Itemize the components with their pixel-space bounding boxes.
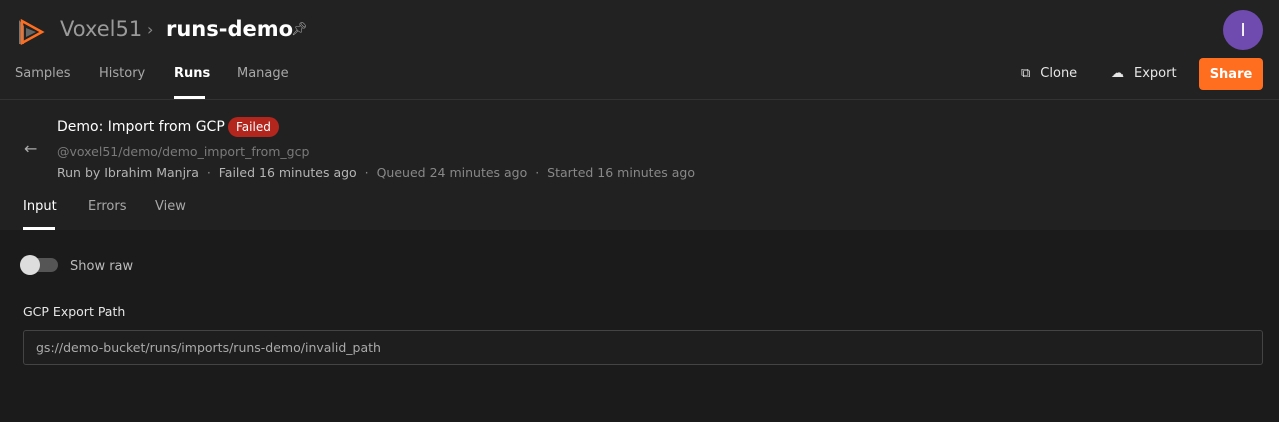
active-tab-indicator xyxy=(174,96,205,99)
export-button[interactable]: ☁ Export xyxy=(1111,66,1177,81)
started-time: Started 16 minutes ago xyxy=(547,165,695,180)
toggle-knob[interactable] xyxy=(20,255,40,275)
copy-icon: ⧉ xyxy=(1021,66,1031,81)
nav-tab-manage[interactable]: Manage xyxy=(237,66,289,81)
show-raw-label: Show raw xyxy=(70,259,134,274)
operator-path: @voxel51/demo/demo_import_from_gcp xyxy=(57,144,310,159)
back-arrow-icon[interactable]: ← xyxy=(24,139,37,158)
share-button[interactable]: Share xyxy=(1199,58,1263,90)
clone-label: Clone xyxy=(1040,66,1078,81)
active-subtab-indicator xyxy=(23,227,55,230)
failed-time: Failed 16 minutes ago xyxy=(218,165,357,180)
status-badge: Failed xyxy=(228,117,279,137)
avatar[interactable]: I xyxy=(1223,10,1263,50)
run-title: Demo: Import from GCP xyxy=(57,119,225,135)
gcp-export-path-input[interactable]: gs://demo-bucket/runs/imports/runs-demo/… xyxy=(23,330,1263,365)
voxel51-logo-icon[interactable] xyxy=(14,16,46,52)
nav-tab-runs[interactable]: Runs xyxy=(174,66,210,81)
tab-view[interactable]: View xyxy=(155,199,186,214)
run-meta: Run by Ibrahim Manjra · Failed 16 minute… xyxy=(57,165,695,180)
pin-icon[interactable]: 📌︎ xyxy=(291,22,308,37)
field-label: GCP Export Path xyxy=(23,304,126,319)
tab-errors[interactable]: Errors xyxy=(88,199,126,214)
field-value: gs://demo-bucket/runs/imports/runs-demo/… xyxy=(36,340,381,355)
top-bar xyxy=(0,0,1279,100)
cloud-download-icon: ☁ xyxy=(1111,66,1124,81)
tab-input[interactable]: Input xyxy=(23,199,57,214)
queued-time: Queued 24 minutes ago xyxy=(376,165,528,180)
nav-tab-history[interactable]: History xyxy=(99,66,145,81)
nav-tab-samples[interactable]: Samples xyxy=(15,66,71,81)
run-by: Run by Ibrahim Manjra xyxy=(57,165,199,180)
clone-button[interactable]: ⧉ Clone xyxy=(1021,66,1077,81)
dataset-name[interactable]: runs-demo xyxy=(166,17,293,41)
export-label: Export xyxy=(1134,66,1177,81)
breadcrumb-chevron-icon: › xyxy=(147,20,154,39)
brand-name[interactable]: Voxel51 xyxy=(60,17,142,41)
